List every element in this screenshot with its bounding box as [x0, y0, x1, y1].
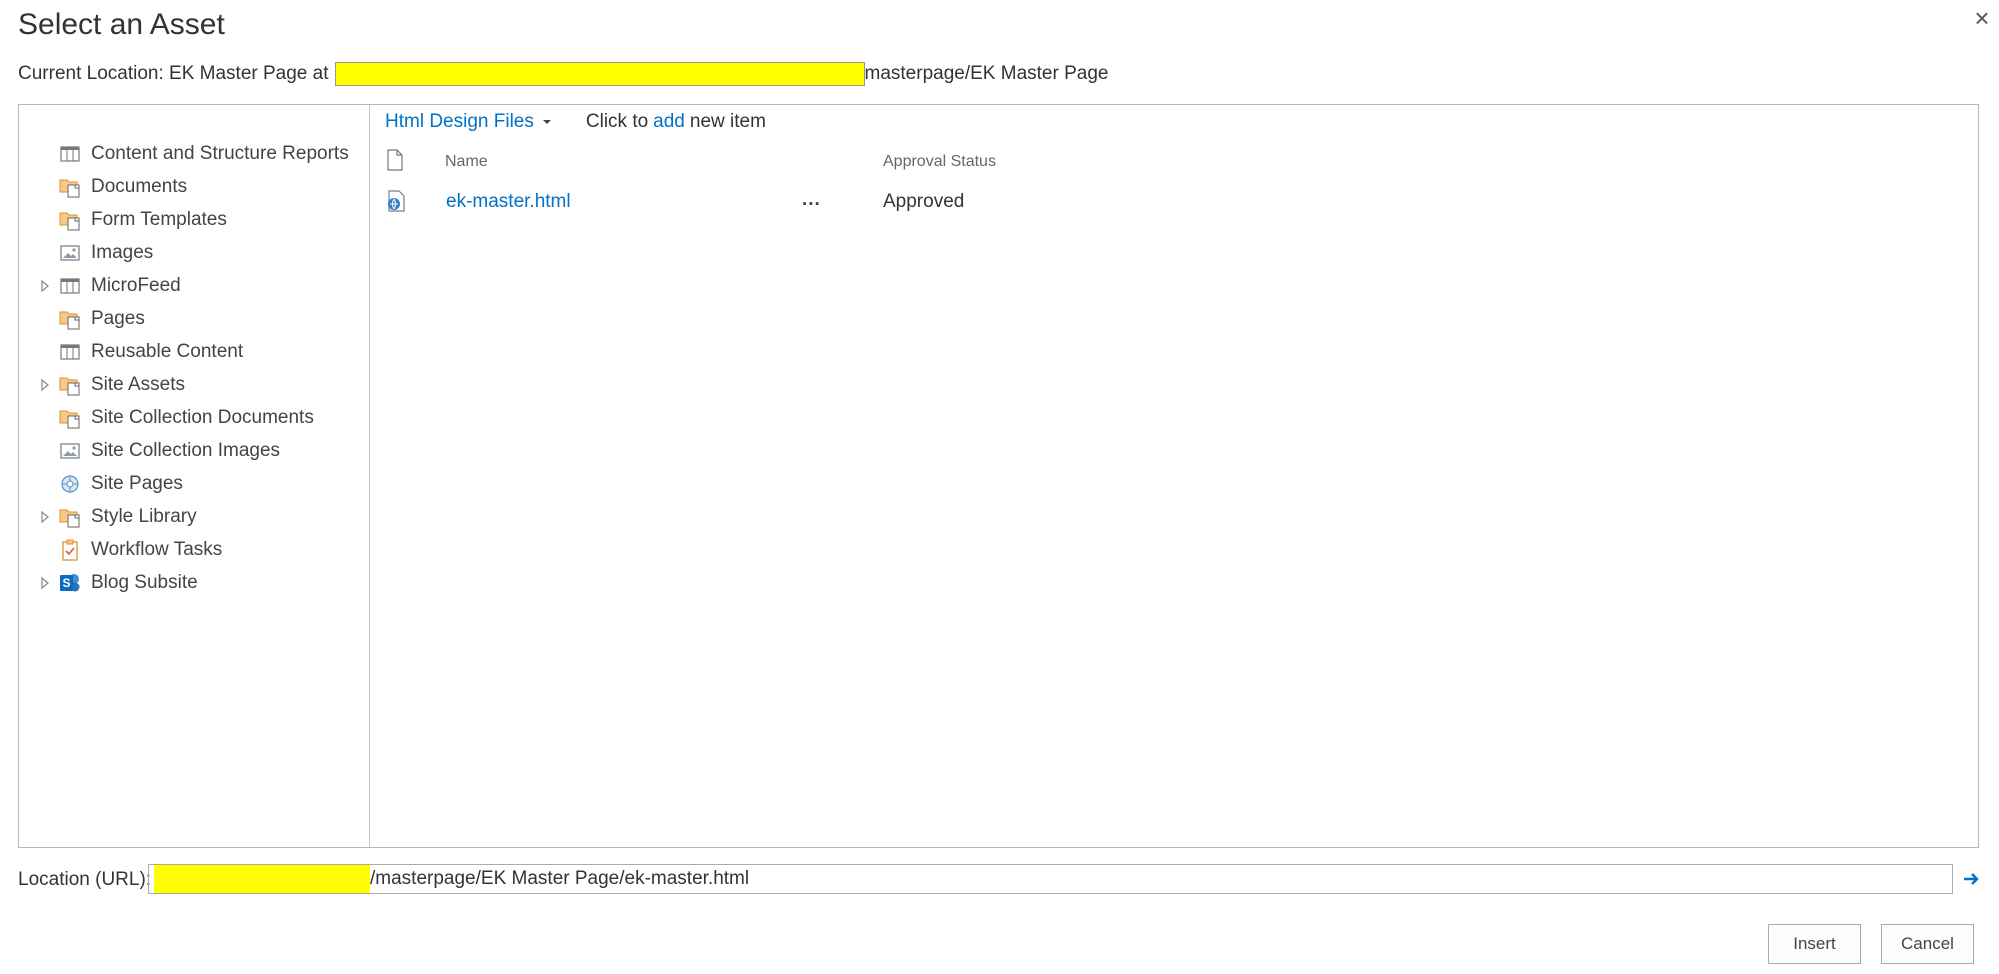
- tasks-icon: [59, 539, 81, 561]
- view-selector-button[interactable]: Html Design Files: [385, 111, 534, 133]
- column-header-name[interactable]: Name: [445, 153, 488, 171]
- tree-item-label: Site Pages: [91, 473, 183, 494]
- wiki-pages-icon: [59, 473, 81, 495]
- tree-item-blog-subsite[interactable]: S Blog Subsite: [39, 570, 198, 596]
- tree-expander-spacer: [39, 147, 51, 161]
- document-library-icon: [59, 176, 81, 198]
- tree-item-documents[interactable]: Documents: [39, 174, 187, 200]
- tree-item-reusable-content[interactable]: Reusable Content: [39, 339, 243, 365]
- tree-item-label: Content and Structure Reports: [91, 143, 349, 164]
- document-library-icon: [59, 308, 81, 330]
- tree-item-label: Reusable Content: [91, 341, 244, 362]
- add-item-suffix: new item: [689, 111, 766, 132]
- svg-text:S: S: [62, 576, 70, 590]
- item-menu-ellipsis[interactable]: ...: [802, 189, 821, 211]
- tree-expander-spacer: [39, 345, 51, 359]
- tree-item-label: Blog Subsite: [91, 572, 198, 593]
- library-content: Html Design Files Click to add new item …: [370, 105, 1978, 847]
- redacted-url-prefix: [154, 865, 370, 893]
- tree-expander-spacer: [39, 411, 51, 425]
- tree-expander-spacer: [39, 312, 51, 326]
- current-location-prefix: Current Location: EK Master Page at: [18, 63, 329, 84]
- location-url-value: /masterpage/EK Master Page/ek-master.htm…: [370, 868, 750, 889]
- chevron-down-icon[interactable]: [542, 119, 552, 125]
- document-library-icon: [59, 209, 81, 231]
- tree-item-label: Site Collection Documents: [91, 407, 314, 428]
- expand-arrow-icon[interactable]: [39, 510, 51, 524]
- image-library-icon: [59, 440, 81, 462]
- tree-expander-spacer: [39, 444, 51, 458]
- document-library-icon: [59, 407, 81, 429]
- asset-browser-panel: Content and Structure Reports Documents …: [18, 104, 1979, 848]
- expand-arrow-icon[interactable]: [39, 378, 51, 392]
- list-icon: [59, 341, 81, 363]
- tree-item-form-templates[interactable]: Form Templates: [39, 207, 227, 233]
- insert-button[interactable]: Insert: [1768, 924, 1861, 964]
- tree-item-site-assets[interactable]: Site Assets: [39, 372, 185, 398]
- tree-item-site-collection-documents[interactable]: Site Collection Documents: [39, 405, 314, 431]
- expand-arrow-icon[interactable]: [39, 576, 51, 590]
- file-type-header-icon: [386, 149, 404, 176]
- image-library-icon: [59, 242, 81, 264]
- tree-item-label: Site Collection Images: [91, 440, 281, 461]
- tree-item-content-and-structure-reports[interactable]: Content and Structure Reports: [39, 141, 349, 167]
- tree-item-label: Pages: [91, 308, 145, 329]
- tree-item-images[interactable]: Images: [39, 240, 153, 266]
- current-location: Current Location: EK Master Page at mast…: [18, 62, 1108, 86]
- dialog-title: Select an Asset: [18, 8, 225, 41]
- tree-expander-spacer: [39, 543, 51, 557]
- current-location-suffix: masterpage/EK Master Page: [864, 63, 1109, 84]
- list-icon: [59, 275, 81, 297]
- add-item-prefix: Click to: [585, 111, 649, 132]
- tree-item-label: Workflow Tasks: [91, 539, 223, 560]
- tree-item-label: MicroFeed: [91, 275, 181, 296]
- tree-expander-spacer: [39, 180, 51, 194]
- tree-expander-spacer: [39, 477, 51, 491]
- document-library-icon: [59, 374, 81, 396]
- location-url-input[interactable]: /masterpage/EK Master Page/ek-master.htm…: [148, 864, 1953, 894]
- tree-item-label: Site Assets: [91, 374, 185, 395]
- expand-arrow-icon[interactable]: [39, 279, 51, 293]
- column-header-approval-status[interactable]: Approval Status: [883, 153, 996, 171]
- tree-item-label: Documents: [91, 176, 188, 197]
- redacted-site-url: [334, 62, 865, 86]
- tree-item-pages[interactable]: Pages: [39, 306, 145, 332]
- close-icon[interactable]: ×: [1970, 4, 1994, 32]
- file-link[interactable]: ek-master.html: [446, 191, 571, 213]
- tree-item-label: Style Library: [91, 506, 197, 527]
- tree-expander-spacer: [39, 246, 51, 260]
- view-bar: Html Design Files Click to add new item: [385, 109, 766, 135]
- tree-item-site-pages[interactable]: Site Pages: [39, 471, 183, 497]
- tree-item-microfeed[interactable]: MicroFeed: [39, 273, 181, 299]
- tree-item-label: Form Templates: [91, 209, 227, 230]
- sharepoint-site-icon: S: [59, 572, 81, 594]
- tree-item-site-collection-images[interactable]: Site Collection Images: [39, 438, 280, 464]
- location-url-label: Location (URL):: [18, 869, 152, 890]
- add-item-link[interactable]: add: [653, 111, 685, 133]
- tree-item-workflow-tasks[interactable]: Workflow Tasks: [39, 537, 222, 563]
- approval-status-value: Approved: [883, 191, 965, 212]
- go-arrow-icon[interactable]: [1961, 866, 1985, 892]
- cancel-button[interactable]: Cancel: [1881, 924, 1974, 964]
- site-tree: Content and Structure Reports Documents …: [19, 105, 370, 847]
- list-icon: [59, 143, 81, 165]
- tree-item-style-library[interactable]: Style Library: [39, 504, 197, 530]
- document-library-icon: [59, 506, 81, 528]
- tree-item-label: Images: [91, 242, 154, 263]
- html-file-icon: [385, 189, 407, 218]
- tree-expander-spacer: [39, 213, 51, 227]
